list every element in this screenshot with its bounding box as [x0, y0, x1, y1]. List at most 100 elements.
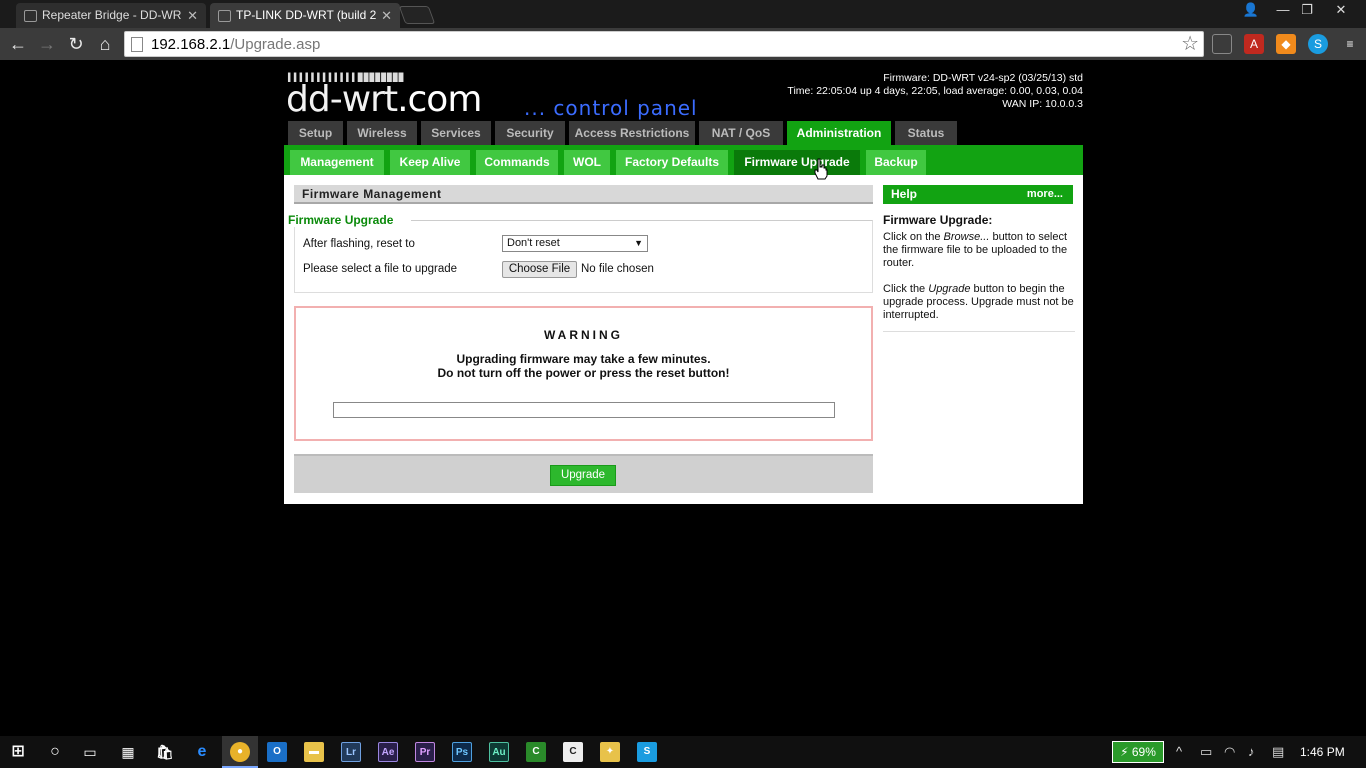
battery-percent: 69%	[1131, 745, 1156, 759]
new-tab-button[interactable]	[398, 6, 436, 24]
skype-extension-icon[interactable]: S	[1308, 34, 1328, 54]
help-paragraph-1: Click on the Browse... button to select …	[883, 231, 1075, 270]
upgrade-progress-bar	[333, 402, 835, 418]
outlook-icon[interactable]: O	[267, 742, 287, 762]
help-more-link[interactable]: more...	[1027, 185, 1063, 204]
search-icon[interactable]: ○	[45, 742, 65, 762]
chrome-icon[interactable]: ●	[230, 742, 250, 762]
url-text[interactable]: 192.168.2.1/Upgrade.asp	[151, 32, 320, 58]
bookmark-star-icon[interactable]: ☆	[1181, 32, 1199, 56]
tab-access-restrictions[interactable]: Access Restrictions	[569, 121, 695, 145]
clock[interactable]: 1:46 PM	[1300, 736, 1345, 768]
subtab-management[interactable]: Management	[290, 150, 384, 175]
url-path: /Upgrade.asp	[230, 36, 321, 53]
close-icon[interactable]: ✕	[1326, 0, 1356, 20]
choose-file-button[interactable]: Choose File	[502, 261, 577, 278]
task-view-icon[interactable]: ▭	[80, 742, 100, 762]
lightroom-icon[interactable]: Lr	[341, 742, 361, 762]
firmware-management-header: Firmware Management	[294, 185, 873, 204]
pdf-icon[interactable]: A	[1244, 34, 1264, 54]
forward-icon[interactable]: →	[35, 32, 59, 56]
help-text: Click on the	[883, 231, 944, 243]
upgrade-button[interactable]: Upgrade	[550, 465, 616, 486]
people-icon[interactable]: ✦	[600, 742, 620, 762]
address-bar[interactable]: 192.168.2.1/Upgrade.asp ☆	[124, 31, 1204, 57]
after-effects-icon[interactable]: Ae	[378, 742, 398, 762]
start-icon[interactable]: ⊞	[8, 742, 28, 762]
tab-nat-qos[interactable]: NAT / QoS	[699, 121, 783, 145]
help-title-label: Help	[891, 187, 918, 201]
volume-icon[interactable]: ♪	[1248, 736, 1255, 768]
url-host: 192.168.2.1	[151, 36, 231, 53]
profile-icon[interactable]: 👤	[1236, 0, 1266, 20]
help-emphasis: Browse...	[943, 231, 990, 243]
button-bar: Upgrade	[294, 454, 873, 493]
windows-taskbar: ⊞ ○ ▭ ▦ 🛍 e ● O ▬ Lr Ae Pr Ps Au C C ✦ S…	[0, 736, 1366, 768]
reset-select[interactable]: Don't reset ▼	[502, 235, 648, 252]
camtasia-recorder-icon[interactable]: C	[563, 742, 583, 762]
menu-icon[interactable]: ≡	[1340, 34, 1360, 54]
subtab-factory-defaults[interactable]: Factory Defaults	[616, 150, 728, 175]
dd-wrt-favicon-icon	[218, 10, 231, 22]
help-divider	[883, 331, 1075, 332]
subtab-wol[interactable]: WOL	[564, 150, 610, 175]
dd-wrt-logo: dd-wrt.com	[286, 79, 482, 120]
home-icon[interactable]: ⌂	[93, 32, 117, 56]
reset-select-value: Don't reset	[507, 237, 560, 249]
tab-status[interactable]: Status	[895, 121, 957, 145]
tab-security[interactable]: Security	[495, 121, 565, 145]
camtasia-icon[interactable]: C	[526, 742, 546, 762]
tab-close-icon[interactable]: ✕	[187, 3, 198, 28]
explorer-icon[interactable]: ▬	[304, 742, 324, 762]
edge-icon[interactable]: e	[192, 742, 212, 762]
tab-close-icon[interactable]: ✕	[381, 3, 392, 28]
warning-title: WARNING	[544, 328, 623, 342]
tab-title: Repeater Bridge - DD-WR	[42, 8, 182, 22]
photoshop-icon[interactable]: Ps	[452, 742, 472, 762]
warning-box: WARNING Upgrading firmware may take a fe…	[294, 306, 873, 441]
calculator-icon[interactable]: ▦	[118, 742, 138, 762]
battery-indicator[interactable]: ⚡ 69%	[1112, 741, 1164, 763]
firmware-upgrade-legend: Firmware Upgrade	[288, 213, 412, 227]
audition-icon[interactable]: Au	[489, 742, 509, 762]
system-info: Firmware: DD-WRT v24-sp2 (03/25/13) std …	[787, 72, 1083, 111]
tab-setup[interactable]: Setup	[288, 121, 343, 145]
show-hidden-icons-icon[interactable]: ^	[1176, 736, 1182, 768]
browser-titlebar: Repeater Bridge - DD-WR ✕ TP-LINK DD-WRT…	[0, 0, 1366, 28]
cast-icon[interactable]	[1212, 34, 1232, 54]
tag-icon[interactable]: ◆	[1276, 34, 1296, 54]
logo-text: dd-wrt	[286, 79, 398, 120]
store-icon[interactable]: 🛍	[155, 742, 175, 762]
power-icon[interactable]: ▭	[1200, 736, 1212, 768]
browser-tab-repeater[interactable]: Repeater Bridge - DD-WR ✕	[16, 3, 206, 28]
help-header: Help more...	[883, 185, 1073, 204]
premiere-icon[interactable]: Pr	[415, 742, 435, 762]
tab-wireless[interactable]: Wireless	[347, 121, 417, 145]
notifications-icon[interactable]: ▤	[1272, 736, 1284, 768]
dd-wrt-favicon-icon	[24, 10, 37, 22]
subtab-backup[interactable]: Backup	[866, 150, 926, 175]
tab-services[interactable]: Services	[421, 121, 491, 145]
help-topic-title: Firmware Upgrade:	[883, 213, 993, 227]
page-icon	[131, 37, 143, 52]
browser-tab-tplink[interactable]: TP-LINK DD-WRT (build 2 ✕	[210, 3, 400, 28]
warning-line-2: Do not turn off the power or press the r…	[437, 366, 730, 380]
subtab-keep-alive[interactable]: Keep Alive	[390, 150, 470, 175]
uptime: Time: 22:05:04 up 4 days, 22:05, load av…	[787, 85, 1083, 97]
wan-ip: WAN IP: 10.0.0.3	[1002, 98, 1083, 110]
reload-icon[interactable]: ↻	[64, 32, 88, 56]
dropdown-arrow-icon: ▼	[634, 238, 643, 248]
file-status: No file chosen	[581, 263, 654, 275]
subtab-commands[interactable]: Commands	[476, 150, 558, 175]
tab-title: TP-LINK DD-WRT (build 2	[236, 8, 377, 22]
skype-icon[interactable]: S	[637, 742, 657, 762]
tab-administration[interactable]: Administration	[787, 121, 891, 145]
help-paragraph-2: Click the Upgrade button to begin the up…	[883, 283, 1075, 322]
reset-label: After flashing, reset to	[303, 238, 415, 250]
browser-toolbar: ← → ↻ ⌂ 192.168.2.1/Upgrade.asp ☆ A ◆ S …	[0, 28, 1366, 60]
help-text: Click the	[883, 283, 929, 295]
wifi-icon[interactable]: ◠	[1224, 736, 1235, 768]
subtab-firmware-upgrade[interactable]: Firmware Upgrade	[734, 150, 860, 175]
back-icon[interactable]: ←	[6, 32, 30, 56]
restore-icon[interactable]: ❐	[1292, 0, 1322, 20]
